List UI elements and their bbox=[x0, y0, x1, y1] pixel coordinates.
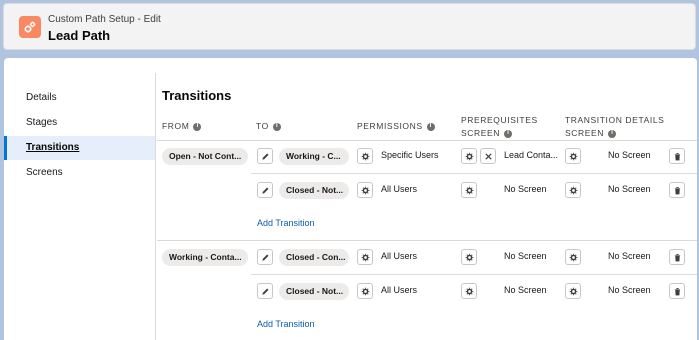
prereq-gear-icon[interactable] bbox=[461, 283, 477, 299]
from-stage-pill: Open - Not Cont... bbox=[162, 148, 248, 165]
delete-trash-icon[interactable] bbox=[669, 148, 685, 164]
column-header-details-line2: SCREEN bbox=[565, 128, 605, 138]
permission-value: All Users bbox=[381, 184, 418, 194]
permission-value: All Users bbox=[381, 285, 418, 295]
section-title: Transitions bbox=[162, 88, 232, 103]
prereq-gear-icon[interactable] bbox=[461, 249, 477, 265]
column-header-prerequisites: PREREQUISITES SCREEN i bbox=[461, 114, 538, 140]
permission-value: All Users bbox=[381, 251, 418, 261]
delete-trash-icon[interactable] bbox=[669, 283, 685, 299]
sidebar-item-transitions[interactable]: Transitions bbox=[4, 136, 155, 160]
column-header-from-label: FROM bbox=[162, 121, 190, 131]
column-header-to-label: TO bbox=[256, 121, 269, 131]
info-icon[interactable]: i bbox=[272, 122, 281, 131]
page-header: Custom Path Setup - Edit Lead Path bbox=[3, 3, 696, 50]
prereq-screen-value: No Screen bbox=[504, 285, 547, 295]
details-gear-icon[interactable] bbox=[565, 148, 581, 164]
details-screen-value: No Screen bbox=[608, 285, 651, 295]
from-stage-pill: Working - Conta... bbox=[162, 249, 248, 266]
details-screen-value: No Screen bbox=[608, 150, 651, 160]
details-gear-icon[interactable] bbox=[565, 283, 581, 299]
column-header-details-line1: TRANSITION DETAILS bbox=[565, 115, 665, 125]
info-icon[interactable]: i bbox=[426, 122, 435, 131]
edit-pencil-icon[interactable] bbox=[257, 148, 273, 164]
to-stage-pill: Closed - Con... bbox=[279, 249, 349, 266]
edit-pencil-icon[interactable] bbox=[257, 182, 273, 198]
details-screen-value: No Screen bbox=[608, 251, 651, 261]
edit-pencil-icon[interactable] bbox=[257, 249, 273, 265]
divider bbox=[157, 140, 697, 141]
edit-pencil-icon[interactable] bbox=[257, 283, 273, 299]
divider bbox=[251, 173, 697, 174]
column-header-transition-details: TRANSITION DETAILS SCREEN i bbox=[565, 114, 664, 140]
permissions-gear-icon[interactable] bbox=[357, 182, 373, 198]
delete-trash-icon[interactable] bbox=[669, 249, 685, 265]
prereq-screen-value: No Screen bbox=[504, 184, 547, 194]
add-transition-link[interactable]: Add Transition bbox=[257, 218, 315, 228]
sidebar-item-details[interactable]: Details bbox=[4, 86, 155, 110]
column-header-to: TO i bbox=[256, 120, 281, 133]
gears-icon bbox=[19, 16, 41, 38]
permissions-gear-icon[interactable] bbox=[357, 249, 373, 265]
page-eyebrow: Custom Path Setup - Edit bbox=[48, 14, 161, 25]
info-icon[interactable]: i bbox=[608, 129, 617, 138]
prereq-gear-icon[interactable] bbox=[461, 182, 477, 198]
permissions-gear-icon[interactable] bbox=[357, 283, 373, 299]
permission-value: Specific Users bbox=[381, 150, 439, 160]
setup-card: Details Stages Transitions Screens Trans… bbox=[4, 58, 697, 340]
column-header-prerequisites-line1: PREREQUISITES bbox=[461, 115, 538, 125]
divider bbox=[157, 240, 697, 241]
sidebar-item-stages[interactable]: Stages bbox=[4, 111, 155, 135]
divider bbox=[251, 274, 697, 275]
details-screen-value: No Screen bbox=[608, 184, 651, 194]
details-gear-icon[interactable] bbox=[565, 182, 581, 198]
permissions-gear-icon[interactable] bbox=[357, 148, 373, 164]
prereq-gear-icon[interactable] bbox=[461, 148, 477, 164]
details-gear-icon[interactable] bbox=[565, 249, 581, 265]
column-header-permissions-label: PERMISSIONS bbox=[357, 121, 423, 131]
column-header-permissions: PERMISSIONS i bbox=[357, 120, 435, 133]
column-header-from: FROM i bbox=[162, 120, 202, 133]
clear-close-icon[interactable] bbox=[480, 148, 496, 164]
page-title: Lead Path bbox=[48, 28, 111, 43]
delete-trash-icon[interactable] bbox=[669, 182, 685, 198]
sidebar-nav: Details Stages Transitions Screens bbox=[4, 73, 156, 340]
to-stage-pill: Closed - Not... bbox=[279, 182, 349, 199]
to-stage-pill: Closed - Not... bbox=[279, 283, 349, 300]
to-stage-pill: Working - C... bbox=[279, 148, 349, 165]
add-transition-link[interactable]: Add Transition bbox=[257, 319, 315, 329]
prereq-screen-value: No Screen bbox=[504, 251, 547, 261]
transitions-panel: Transitions FROM i TO i PERMISSIONS i PRERE… bbox=[157, 58, 697, 340]
sidebar-item-screens[interactable]: Screens bbox=[4, 161, 155, 185]
info-icon[interactable]: i bbox=[193, 122, 202, 131]
column-header-prerequisites-line2: SCREEN bbox=[461, 128, 501, 138]
prereq-screen-value: Lead Conta... bbox=[504, 150, 559, 160]
info-icon[interactable]: i bbox=[504, 129, 513, 138]
